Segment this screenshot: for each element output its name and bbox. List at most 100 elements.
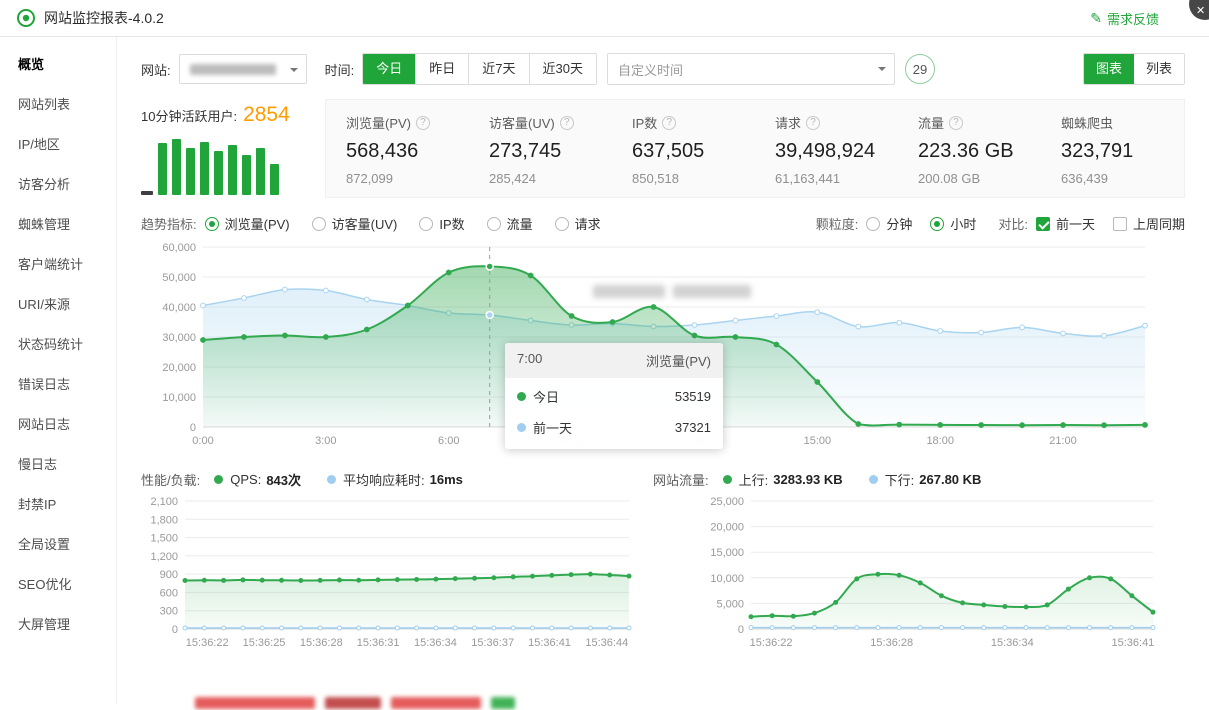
metric-radio-requests[interactable]: 请求: [555, 214, 601, 233]
svg-text:15:36:28: 15:36:28: [870, 637, 913, 649]
metric-radio-label: IP数: [439, 214, 464, 233]
stat-value: 273,745: [489, 140, 612, 163]
stats-summary: 浏览量(PV) 568,436 872,099 访客量(UV) 273,745 …: [325, 99, 1185, 198]
sidebar-item-global-settings[interactable]: 全局设置: [0, 523, 116, 563]
svg-text:15:36:34: 15:36:34: [414, 637, 457, 649]
help-icon[interactable]: [806, 116, 820, 130]
feedback-link[interactable]: 需求反馈: [1090, 9, 1159, 28]
bottom-charts: 03006009001,2001,5001,8002,10015:36:2215…: [141, 493, 1185, 655]
time-button-7days[interactable]: 近7天: [468, 54, 528, 84]
sidebar-item-slow-log[interactable]: 慢日志: [0, 443, 116, 483]
metric-radio-traffic[interactable]: 流量: [487, 214, 533, 233]
svg-text:15,000: 15,000: [710, 547, 744, 559]
metric-radio-pv[interactable]: 浏览量(PV): [205, 214, 290, 233]
metric-radio-ip[interactable]: IP数: [419, 214, 464, 233]
time-button-30days[interactable]: 近30天: [529, 54, 596, 84]
sidebar-item-big-screen[interactable]: 大屏管理: [0, 603, 116, 643]
sidebar-item-error-log[interactable]: 错误日志: [0, 363, 116, 403]
svg-text:50,000: 50,000: [162, 272, 196, 284]
svg-text:15:36:41: 15:36:41: [1111, 637, 1154, 649]
sidebar-item-spider-management[interactable]: 蜘蛛管理: [0, 203, 116, 243]
traffic-chart[interactable]: 05,00010,00015,00020,00025,00015:36:2215…: [703, 493, 1163, 655]
sidebar-item-ip-region[interactable]: IP/地区: [0, 123, 116, 163]
compare-checkbox-label: 上周同期: [1133, 214, 1185, 233]
performance-chart[interactable]: 03006009001,2001,5001,8002,10015:36:2215…: [141, 493, 641, 655]
sidebar-item-visitor-analysis[interactable]: 访客分析: [0, 163, 116, 203]
stat-card-requests: 请求 39,498,924 61,163,441: [755, 113, 898, 186]
svg-text:10,000: 10,000: [710, 573, 744, 585]
compare-checkbox-previous-day[interactable]: 前一天: [1036, 214, 1095, 233]
svg-text:18:00: 18:00: [926, 435, 954, 447]
compare-checkbox-label: 前一天: [1056, 214, 1095, 233]
metric-radio-label: 请求: [575, 214, 601, 233]
stat-value: 39,498,924: [775, 140, 898, 163]
series-dot-today: [517, 392, 526, 401]
stat-label: 流量: [918, 113, 944, 132]
stat-value: 568,436: [346, 140, 469, 163]
time-button-yesterday[interactable]: 昨日: [415, 54, 468, 84]
stat-sub-value: 636,439: [1061, 171, 1184, 186]
stat-card-pv: 浏览量(PV) 568,436 872,099: [326, 113, 469, 186]
active-users-value: 2854: [243, 103, 290, 127]
trend-controls: 趋势指标: 浏览量(PV) 访客量(UV) IP数 流量 请求 颗粒度: 分钟 …: [141, 214, 1185, 233]
help-icon[interactable]: [949, 116, 963, 130]
upstream-dot: [723, 475, 732, 484]
time-range-group: 今日 昨日 近7天 近30天: [362, 53, 597, 85]
compare-label: 对比:: [998, 214, 1028, 233]
checkbox-icon: [1036, 217, 1050, 231]
sidebar-item-site-list[interactable]: 网站列表: [0, 83, 116, 123]
trend-chart-area: 010,00020,00030,00040,00050,00060,0000:0…: [141, 239, 1185, 455]
radio-icon: [312, 217, 326, 231]
site-select[interactable]: [179, 54, 307, 84]
svg-text:1,800: 1,800: [150, 514, 178, 526]
svg-text:0: 0: [172, 624, 178, 636]
stat-card-spider: 蜘蛛爬虫 323,791 636,439: [1041, 113, 1184, 186]
svg-text:15:00: 15:00: [804, 435, 832, 447]
trend-metric-label: 趋势指标:: [141, 214, 197, 233]
response-time-dot: [327, 475, 336, 484]
sidebar-item-seo-optimization[interactable]: SEO优化: [0, 563, 116, 603]
sidebar-item-client-stats[interactable]: 客户端统计: [0, 243, 116, 283]
app-title: 网站监控报表-4.0.2: [44, 8, 164, 28]
svg-text:60,000: 60,000: [162, 242, 196, 254]
radio-icon: [419, 217, 433, 231]
sidebar-item-uri-source[interactable]: URI/来源: [0, 283, 116, 323]
svg-text:15:36:28: 15:36:28: [300, 637, 343, 649]
metric-radio-uv[interactable]: 访客量(UV): [312, 214, 398, 233]
help-icon[interactable]: [662, 116, 676, 130]
tooltip-time: 7:00: [517, 351, 542, 370]
stat-sub-value: 61,163,441: [775, 171, 898, 186]
watermark-redacted: [593, 285, 751, 298]
time-button-today[interactable]: 今日: [363, 54, 415, 84]
tooltip-row-today: 今日 53519: [505, 378, 723, 409]
promo-text-redacted: [391, 697, 481, 709]
compare-checkbox-last-week[interactable]: 上周同期: [1113, 214, 1185, 233]
help-icon[interactable]: [560, 116, 574, 130]
sidebar-item-banned-ip[interactable]: 封禁IP: [0, 483, 116, 523]
svg-text:1,200: 1,200: [150, 551, 178, 563]
refresh-countdown[interactable]: 29: [905, 54, 935, 84]
footer-promo-cropped[interactable]: [195, 695, 515, 710]
help-icon[interactable]: [416, 116, 430, 130]
view-button-list[interactable]: 列表: [1134, 54, 1184, 84]
svg-text:20,000: 20,000: [710, 522, 744, 534]
granularity-radio-hour[interactable]: 小时: [930, 214, 976, 233]
sidebar-item-status-code-stats[interactable]: 状态码统计: [0, 323, 116, 363]
radio-icon: [487, 217, 501, 231]
sidebar-item-overview[interactable]: 概览: [0, 43, 116, 83]
view-button-chart[interactable]: 图表: [1084, 54, 1134, 84]
svg-text:15:36:37: 15:36:37: [471, 637, 514, 649]
legend-row: 性能/负载: QPS: 843次 平均响应耗时: 16ms 网站流量: 上行:: [141, 469, 1185, 489]
stat-value: 223.36 GB: [918, 140, 1041, 163]
svg-text:15:36:41: 15:36:41: [528, 637, 571, 649]
granularity-radio-minute[interactable]: 分钟: [866, 214, 912, 233]
site-label: 网站:: [141, 60, 171, 79]
upstream-legend: 上行: 3283.93 KB: [723, 470, 843, 489]
sidebar-item-site-log[interactable]: 网站日志: [0, 403, 116, 443]
custom-time-select[interactable]: 自定义时间: [607, 53, 895, 85]
stat-sub-value: 285,424: [489, 171, 612, 186]
stats-row: 10分钟活跃用户: 2854 浏览量(PV) 568,436 872,099 访…: [141, 99, 1185, 198]
svg-text:25,000: 25,000: [710, 496, 744, 508]
stat-value: 637,505: [632, 140, 755, 163]
svg-text:2,100: 2,100: [150, 496, 178, 508]
